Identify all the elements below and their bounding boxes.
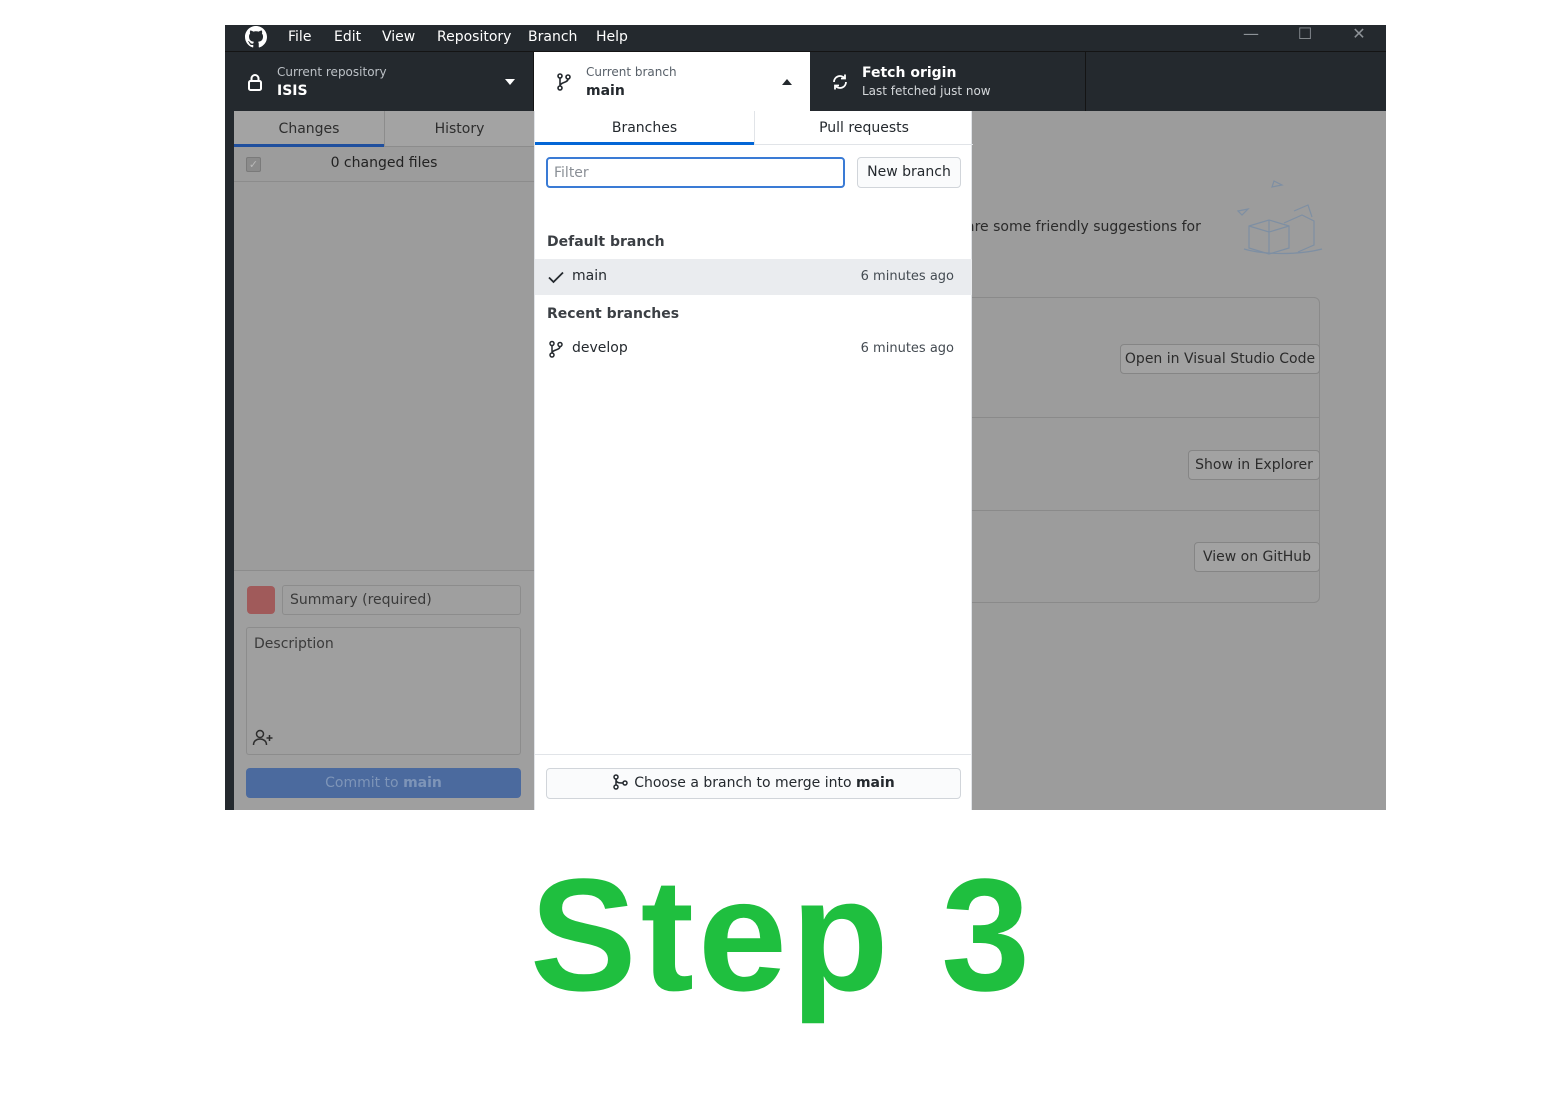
merge-into-branch-button[interactable]: Choose a branch to merge into main <box>546 768 961 799</box>
repository-name: ISIS <box>277 83 308 99</box>
title-bar: File Edit View Repository Branch Help — … <box>225 25 1386 51</box>
changed-files-count: 0 changed files <box>330 155 438 171</box>
tab-branches[interactable]: Branches <box>535 111 754 145</box>
current-repository-button[interactable]: Current repository ISIS <box>225 52 534 112</box>
git-merge-icon <box>613 774 628 790</box>
sync-icon <box>833 74 847 90</box>
maximize-button[interactable]: ☐ <box>1290 25 1320 45</box>
commit-button[interactable]: Commit to main <box>246 768 521 798</box>
step-caption: Step 3 <box>529 845 1035 1024</box>
git-branch-icon <box>557 73 571 91</box>
github-logo-icon <box>245 26 267 48</box>
changes-sidebar: Changes History ✓ 0 changed files Summar… <box>234 111 534 810</box>
action-row-explorer: Show in Explorer <box>935 418 1320 511</box>
suggested-actions: Open in Visual Studio Code Show in Explo… <box>934 297 1320 603</box>
branch-filter-input[interactable] <box>546 157 845 188</box>
sidebar-tabs: Changes History <box>234 111 534 147</box>
menu-file[interactable]: File <box>288 27 311 47</box>
merge-button-prefix: Choose a branch to merge into <box>634 775 856 791</box>
branch-dropdown: Branches Pull requests New branch Defaul… <box>534 111 973 810</box>
fetch-sublabel: Last fetched just now <box>862 84 991 98</box>
menu-help[interactable]: Help <box>596 27 628 47</box>
branch-item-name: main <box>572 268 607 284</box>
branch-item-main[interactable]: main 6 minutes ago <box>535 259 972 295</box>
page: File Edit View Repository Branch Help — … <box>0 0 1564 1104</box>
menu-edit[interactable]: Edit <box>334 27 361 47</box>
open-in-vscode-button[interactable]: Open in Visual Studio Code <box>1120 344 1320 374</box>
current-branch-button[interactable]: Current branch main <box>534 52 810 112</box>
action-row-editor: Open in Visual Studio Code <box>935 298 1320 418</box>
branch-name: main <box>586 83 625 99</box>
menu-view[interactable]: View <box>382 27 415 47</box>
fetch-label: Fetch origin <box>862 65 957 81</box>
commit-form: Summary (required) Description Commit to… <box>234 570 534 810</box>
repository-label: Current repository <box>277 65 387 79</box>
chevron-down-icon <box>505 79 515 85</box>
tab-history[interactable]: History <box>384 111 534 147</box>
commit-button-branch: main <box>403 775 442 791</box>
minimize-button[interactable]: — <box>1236 25 1266 45</box>
suggestion-text: are some friendly suggestions for <box>966 219 1201 235</box>
dropdown-tabs: Branches Pull requests <box>535 111 973 145</box>
new-branch-button[interactable]: New branch <box>857 157 961 188</box>
changed-files-header: ✓ 0 changed files <box>234 147 534 182</box>
chevron-up-icon <box>782 79 792 85</box>
merge-button-branch: main <box>855 775 895 791</box>
branch-item-name: develop <box>572 340 628 356</box>
default-branch-heading: Default branch <box>547 234 665 250</box>
show-in-explorer-button[interactable]: Show in Explorer <box>1188 450 1320 480</box>
tab-pull-requests[interactable]: Pull requests <box>754 111 973 145</box>
branch-item-time: 6 minutes ago <box>860 269 954 284</box>
branch-item-develop[interactable]: develop 6 minutes ago <box>535 331 972 367</box>
tab-changes[interactable]: Changes <box>234 111 384 147</box>
recent-branches-heading: Recent branches <box>547 306 680 322</box>
menu-repository[interactable]: Repository <box>437 27 511 47</box>
toolbar: Current repository ISIS Current branch m… <box>225 51 1386 112</box>
commit-button-prefix: Commit to <box>325 775 404 791</box>
check-icon <box>548 271 564 284</box>
view-on-github-button[interactable]: View on GitHub <box>1194 542 1320 572</box>
add-coauthor-icon[interactable] <box>252 728 274 746</box>
description-input[interactable]: Description <box>246 627 521 755</box>
dropdown-footer: Choose a branch to merge into main <box>535 754 972 810</box>
git-branch-icon <box>549 340 563 358</box>
close-button[interactable]: ✕ <box>1344 25 1374 45</box>
fetch-origin-button[interactable]: Fetch origin Last fetched just now <box>810 52 1086 112</box>
lock-icon <box>248 74 262 91</box>
menu-branch[interactable]: Branch <box>528 27 577 47</box>
boxes-illustration-icon <box>1236 180 1323 255</box>
avatar <box>247 586 275 614</box>
branch-item-time: 6 minutes ago <box>860 341 954 356</box>
summary-input[interactable]: Summary (required) <box>282 585 521 615</box>
action-row-github: View on GitHub <box>935 511 1320 602</box>
branch-label: Current branch <box>586 65 677 79</box>
github-desktop-window: File Edit View Repository Branch Help — … <box>225 25 1386 810</box>
